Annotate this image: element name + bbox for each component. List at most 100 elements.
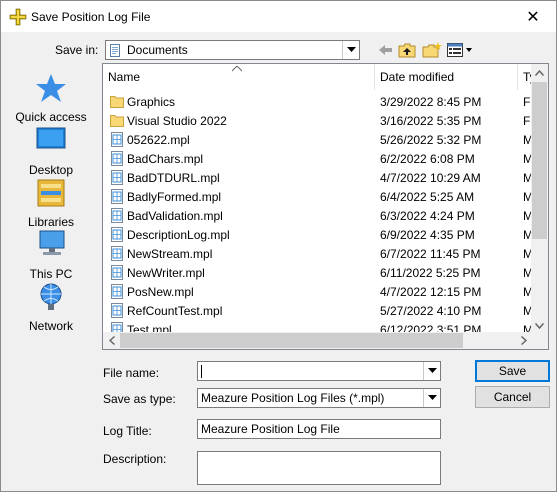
computer-icon (39, 230, 65, 255)
back-arrow-icon (379, 45, 392, 55)
scrollbar-corner (531, 332, 548, 349)
chevron-right-icon (520, 336, 527, 345)
new-folder-button[interactable] (421, 41, 443, 59)
close-button[interactable]: ✕ (510, 1, 556, 32)
mpl-file-icon (111, 303, 123, 318)
mpl-file-icon (111, 284, 123, 299)
chevron-down-icon (346, 47, 356, 52)
file-list-row[interactable]: Graphics3/29/2022 8:45 PMFil (103, 92, 532, 111)
places-libraries[interactable]: Libraries (6, 178, 96, 229)
view-menu-button[interactable] (446, 41, 474, 59)
date-modified-cell: 6/3/2022 4:24 PM (380, 209, 475, 223)
description-label: Description: (103, 452, 167, 466)
file-list-row[interactable]: BadChars.mpl 6/2/2022 6:08 PM M (103, 149, 532, 168)
cancel-button[interactable]: Cancel (475, 386, 550, 408)
file-list-row[interactable]: BadlyFormed.mpl 6/4/2022 5:25 AM M (103, 187, 532, 206)
network-icon (40, 283, 62, 310)
vertical-scroll-thumb[interactable] (532, 82, 547, 239)
mpl-file-icon (111, 189, 123, 204)
places-libraries-label: Libraries (27, 215, 75, 229)
file-list-row[interactable]: BadValidation.mpl 6/3/2022 4:24 PM M (103, 206, 532, 225)
save-dialog: Save Position Log File ✕ Save in: Docume… (0, 0, 557, 492)
file-list[interactable]: Name Date modified Ty Graphics 3/29/2022 … (102, 63, 549, 350)
save-in-dropdown-arrow[interactable] (342, 41, 359, 59)
file-name-label: File name: (103, 366, 160, 380)
save-in-label: Save in: (55, 43, 99, 57)
file-name-dropdown-arrow[interactable] (423, 362, 440, 380)
places-quick-access-label: Quick access (15, 110, 87, 124)
scroll-right-button[interactable] (515, 332, 532, 349)
column-name-label: Name (108, 70, 141, 84)
file-name-cell: 052622.mpl (127, 133, 190, 147)
file-name-cell: Graphics (127, 95, 176, 109)
description-input[interactable] (197, 451, 441, 485)
file-rows: Graphics3/29/2022 8:45 PMFilVisual Studi… (103, 92, 532, 339)
places-desktop[interactable]: Desktop (6, 126, 96, 177)
chevron-up-icon (535, 69, 544, 76)
chevron-down-icon (427, 368, 437, 373)
log-title-input[interactable]: Meazure Position Log File (197, 419, 441, 439)
places-network[interactable]: Network (6, 282, 96, 333)
date-modified-cell: 5/26/2022 5:32 PM (380, 133, 482, 147)
back-button[interactable] (377, 41, 395, 59)
file-name-cell: BadValidation.mpl (127, 209, 223, 223)
file-list-row[interactable]: DescriptionLog.mpl 6/9/2022 4:35 PM M (103, 225, 532, 244)
file-name-cell: NewStream.mpl (127, 247, 213, 261)
file-name-input[interactable] (197, 361, 441, 381)
file-name-cell: DescriptionLog.mpl (127, 228, 230, 242)
file-list-row[interactable]: NewStream.mpl 6/7/2022 11:45 PM M (103, 244, 532, 263)
mpl-file-icon (111, 208, 123, 223)
folder-icon (110, 96, 124, 108)
file-name-cell: BadDTDURL.mpl (127, 171, 220, 185)
text-cursor (201, 365, 202, 378)
places-quick-access[interactable]: Quick access (6, 73, 96, 124)
crosshair-app-icon (9, 8, 27, 26)
file-list-row[interactable]: PosNew.mpl 4/7/2022 12:15 PM M (103, 282, 532, 301)
file-list-row[interactable]: BadDTDURL.mpl 4/7/2022 10:29 AM M (103, 168, 532, 187)
file-list-row[interactable]: NewWriter.mpl 6/11/2022 5:25 PM M (103, 263, 532, 282)
vertical-scrollbar[interactable] (531, 64, 548, 334)
new-folder-icon (422, 42, 442, 58)
save-button[interactable]: Save (475, 360, 550, 382)
up-folder-icon (398, 43, 416, 58)
mpl-file-icon (111, 246, 123, 261)
desktop-icon (36, 127, 66, 149)
mpl-file-icon (111, 132, 123, 147)
file-list-row[interactable]: Visual Studio 20223/16/2022 5:35 PMFil (103, 111, 532, 130)
file-name-cell: BadlyFormed.mpl (127, 190, 222, 204)
save-as-type-label: Save as type: (103, 392, 176, 406)
date-modified-cell: 6/7/2022 11:45 PM (380, 247, 481, 261)
date-modified-cell: 4/7/2022 12:15 PM (380, 285, 482, 299)
libraries-icon (37, 179, 65, 207)
scroll-left-button[interactable] (103, 332, 120, 349)
up-folder-button[interactable] (397, 41, 417, 59)
sort-ascending-icon (232, 66, 242, 72)
chevron-down-icon (535, 322, 544, 329)
log-title-label: Log Title: (103, 424, 152, 438)
save-in-value: Documents (127, 43, 188, 57)
file-list-row[interactable]: 052622.mpl 5/26/2022 5:32 PM M (103, 130, 532, 149)
save-as-type-dropdown-arrow[interactable] (423, 389, 440, 407)
documents-icon (110, 44, 120, 57)
chevron-down-icon (427, 395, 437, 400)
save-as-type-value: Meazure Position Log Files (*.mpl) (201, 391, 385, 405)
date-modified-cell: 6/9/2022 4:35 PM (380, 228, 475, 242)
date-modified-cell: 6/11/2022 5:25 PM (380, 266, 481, 280)
column-date-modified[interactable]: Date modified (374, 64, 517, 90)
save-in-dropdown[interactable]: Documents (105, 40, 360, 60)
places-this-pc[interactable]: This PC (6, 230, 96, 281)
places-desktop-label: Desktop (28, 163, 74, 177)
log-title-value: Meazure Position Log File (201, 422, 340, 436)
file-list-row[interactable]: RefCountTest.mpl 5/27/2022 4:10 PM M (103, 301, 532, 320)
horizontal-scrollbar[interactable] (103, 332, 532, 349)
mpl-file-icon (111, 227, 123, 242)
mpl-file-icon (111, 151, 123, 166)
file-name-cell: BadChars.mpl (127, 152, 204, 166)
file-name-cell: NewWriter.mpl (127, 266, 205, 280)
mpl-file-icon (111, 170, 123, 185)
horizontal-scroll-thumb[interactable] (120, 333, 463, 348)
save-as-type-dropdown[interactable]: Meazure Position Log Files (*.mpl) (197, 388, 441, 408)
cancel-button-label: Cancel (493, 390, 532, 404)
scroll-up-button[interactable] (531, 64, 548, 81)
file-name-cell: Visual Studio 2022 (127, 114, 227, 128)
